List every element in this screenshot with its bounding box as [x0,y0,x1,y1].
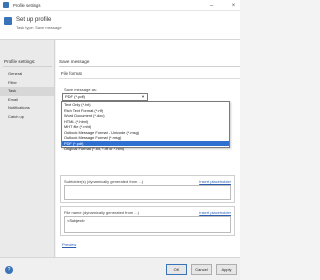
file-format-heading: File format [61,71,82,76]
filename-group: File name (dynamically generated from ..… [60,206,235,236]
main-panel: Save message File format Save message as… [56,40,240,257]
ok-button[interactable]: OK [166,264,187,275]
filename-label: File name (dynamically generated from ..… [64,210,139,215]
group-divider [59,78,240,79]
page-subtitle: Task type: Save message [16,25,62,30]
section-divider [59,66,240,67]
sidebar: Profile settings: General Filter Task Em… [0,40,55,257]
subfolder-input[interactable] [64,185,231,200]
page-title: Set up profile [16,17,52,23]
window-title: Profile settings [13,2,41,8]
profile-header: Set up profile Task type: Save message [0,11,240,40]
sidebar-list: General Filter Task Email Notifications … [0,70,54,121]
subfolder-group: Subfolder(s) (dynamically generated from… [60,175,235,203]
filename-input[interactable]: <Subject> [64,216,231,233]
section-title: Save message [59,59,90,64]
preview-link[interactable]: Preview [62,242,76,247]
format-option[interactable]: Original Format (*.txt, *.rtf or *.htm) [62,146,229,152]
format-dropdown-list: Text Only (*.txt) Rich Text Format (*.rt… [61,101,230,151]
chevron-down-icon: ▼ [141,94,145,99]
sidebar-item-notifications[interactable]: Notifications [0,104,54,113]
footer: ? OK Cancel Apply [0,257,240,280]
title-bar: Profile settings – × [0,0,240,11]
sidebar-item-general[interactable]: General [0,70,54,79]
filename-insert-placeholder-link[interactable]: Insert placeholder [199,210,231,215]
sidebar-heading: Profile settings: [4,59,36,64]
sidebar-divider [3,66,52,67]
profile-icon [4,17,12,25]
format-select-value: PDF (*.pdf) [65,94,86,99]
help-icon[interactable]: ? [5,266,13,274]
apply-button[interactable]: Apply [216,264,237,275]
sidebar-item-catch-up[interactable]: Catch up [0,113,54,122]
format-select[interactable]: PDF (*.pdf) ▼ [62,93,148,101]
subfolder-label: Subfolder(s) (dynamically generated from… [64,179,144,184]
subfolder-insert-placeholder-link[interactable]: Insert placeholder [199,179,231,184]
cancel-button[interactable]: Cancel [191,264,212,275]
minimize-icon[interactable]: – [206,0,217,11]
sidebar-item-filter[interactable]: Filter [0,79,54,88]
sidebar-item-email[interactable]: Email [0,96,54,105]
save-as-label: Save message as: [64,87,97,92]
close-icon[interactable]: × [228,0,239,11]
sidebar-item-task[interactable]: Task [0,87,54,96]
app-icon [3,2,9,8]
